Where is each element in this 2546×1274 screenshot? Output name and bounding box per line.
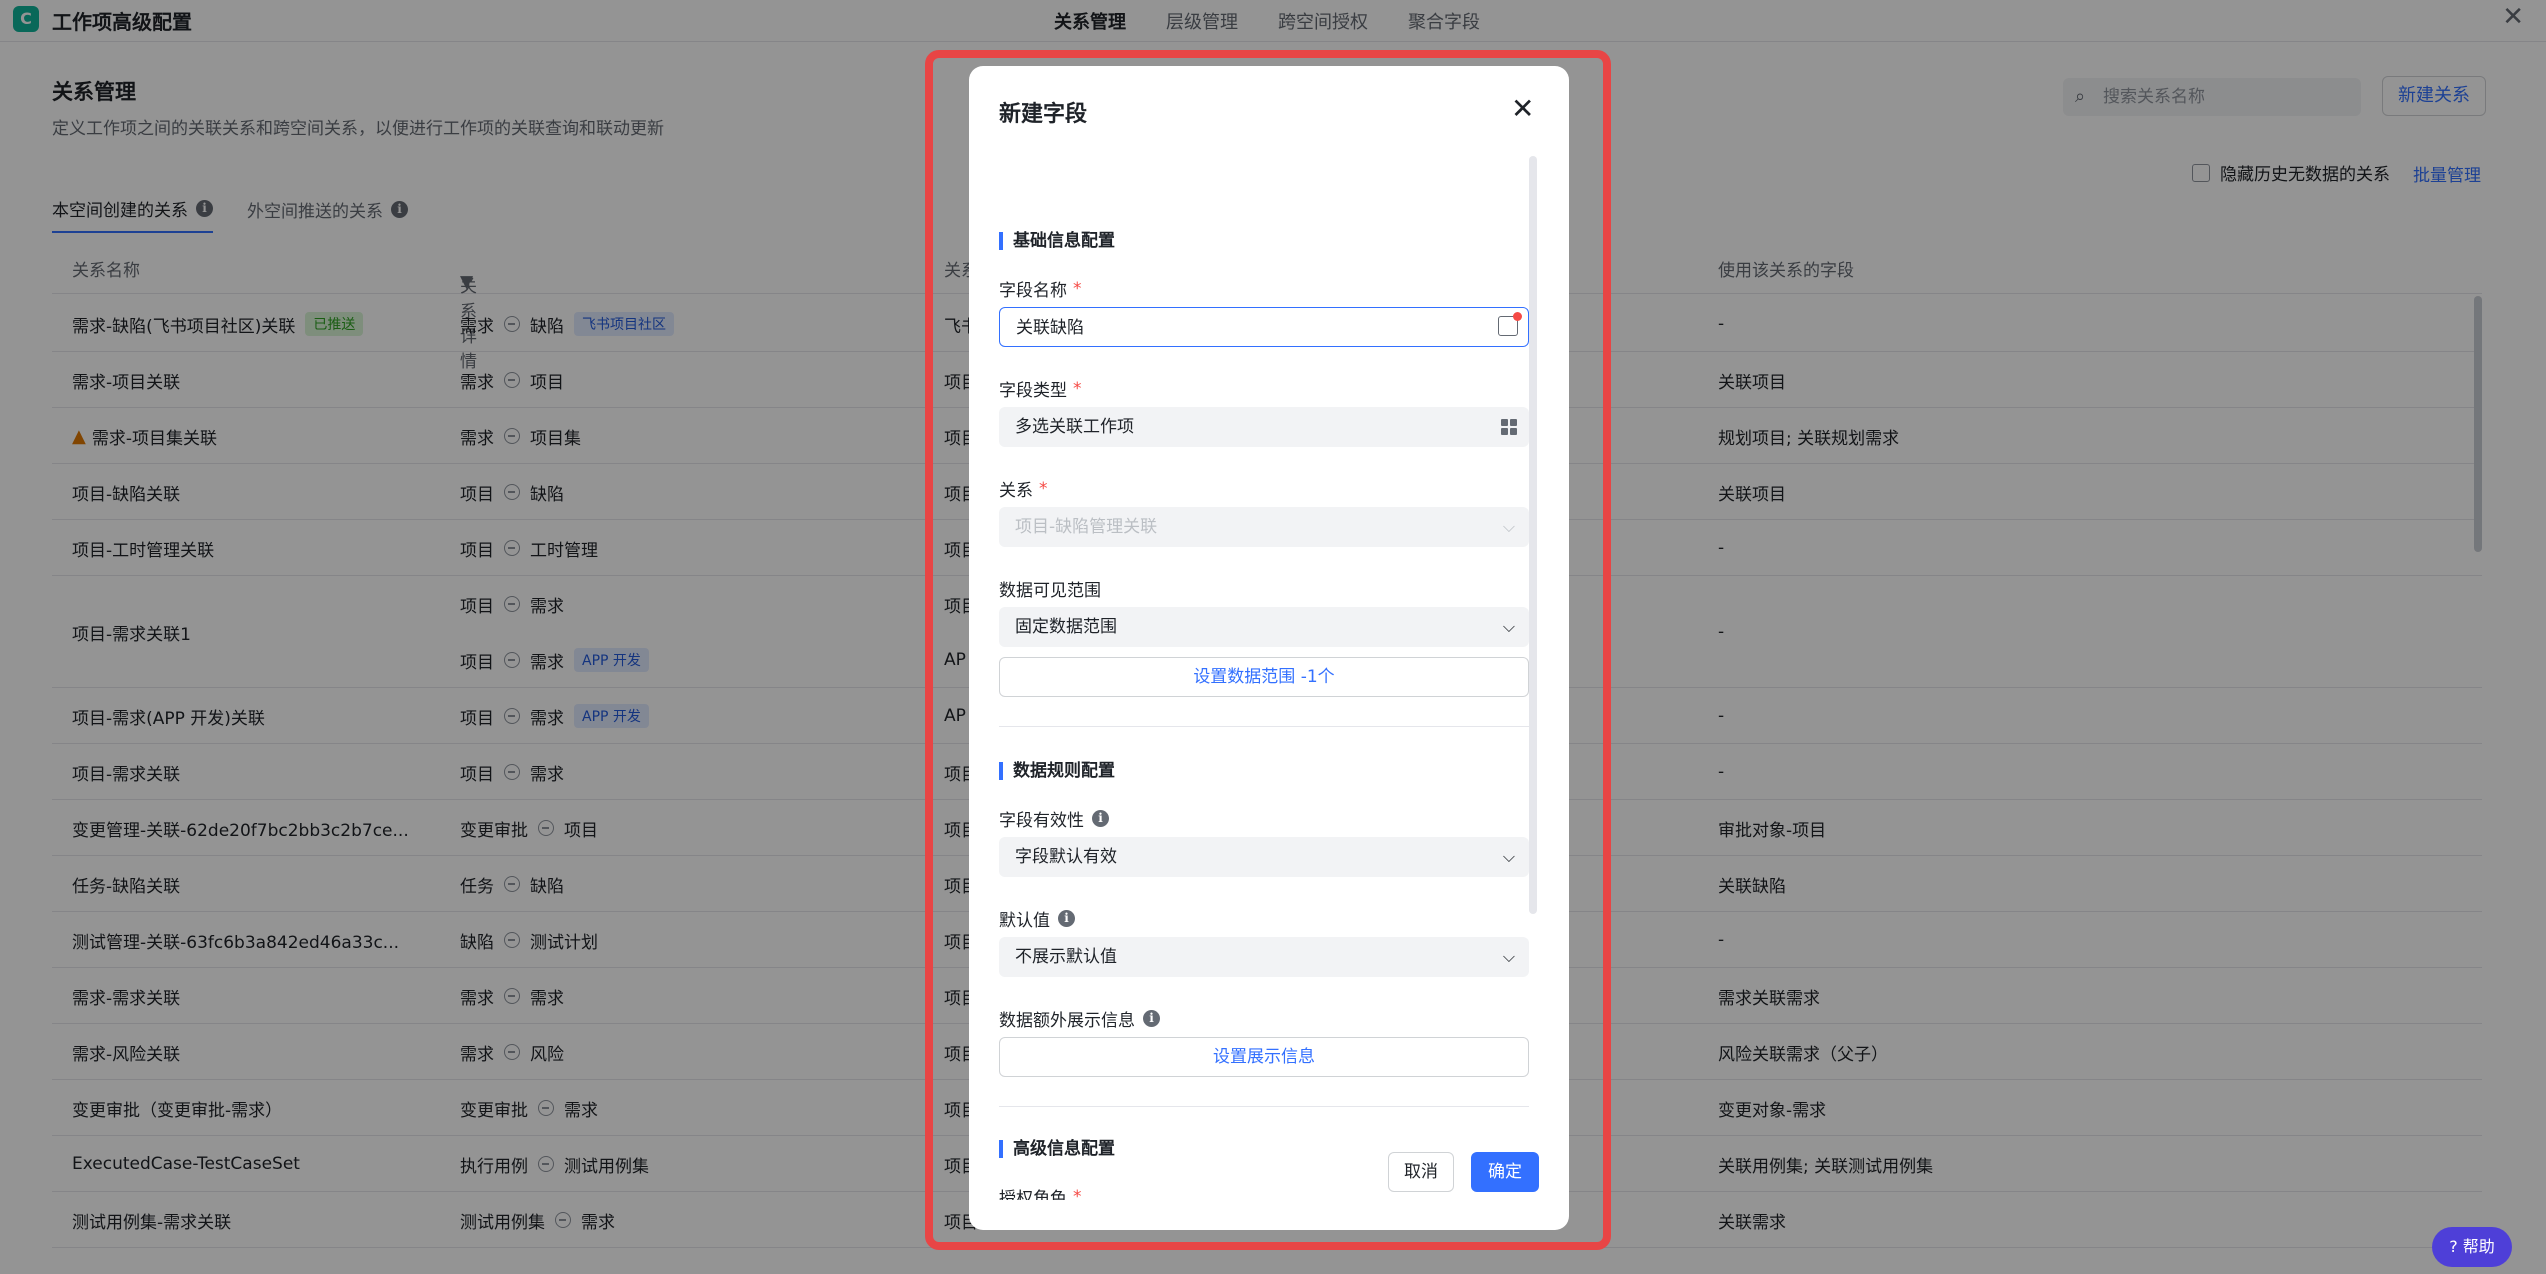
required-mark: *	[1039, 478, 1048, 499]
set-data-range-button[interactable]: 设置数据范围 -1个	[999, 657, 1529, 697]
field-type-value: 多选关联工作项	[1015, 417, 1134, 437]
extra-info-label: 数据额外展示信息 i	[999, 1006, 1160, 1031]
relation-label-text: 关系	[999, 481, 1033, 501]
visible-range-label: 数据可见范围	[999, 581, 1101, 601]
validity-value: 字段默认有效	[1015, 847, 1117, 867]
field-type-label: 字段类型 *	[999, 376, 1082, 402]
chevron-down-icon: ⌵	[1502, 947, 1515, 966]
field-type-select[interactable]: 多选关联工作项	[999, 407, 1529, 447]
visible-range-value: 固定数据范围	[1015, 617, 1117, 637]
help-label: 帮助	[2462, 1237, 2495, 1256]
field-name-label-text: 字段名称	[999, 281, 1067, 301]
info-icon[interactable]: i	[1058, 910, 1075, 927]
chevron-down-icon: ⌵	[1502, 617, 1515, 636]
info-icon[interactable]: i	[1092, 810, 1109, 827]
section-basic-info: 基础信息配置	[999, 232, 1115, 250]
visible-range-select[interactable]: 固定数据范围 ⌵	[999, 607, 1529, 647]
field-type-label-text: 字段类型	[999, 381, 1067, 401]
auth-role-label-text: 授权角色	[999, 1189, 1067, 1200]
required-mark: *	[1073, 278, 1082, 299]
confirm-button[interactable]: 确定	[1471, 1152, 1539, 1192]
relation-value: 项目-缺陷管理关联	[1015, 517, 1158, 537]
required-mark: *	[1073, 1186, 1082, 1201]
modal-title: 新建字段	[999, 102, 1088, 127]
set-display-info-button[interactable]: 设置展示信息	[999, 1037, 1529, 1077]
relation-select: 项目-缺陷管理关联 ⌵	[999, 507, 1529, 547]
ai-edit-icon[interactable]	[1498, 312, 1522, 336]
modal-scrollbar[interactable]	[1529, 156, 1537, 914]
section-data-rules: 数据规则配置	[999, 762, 1115, 780]
chevron-down-icon: ⌵	[1502, 517, 1515, 536]
relation-label: 关系 *	[999, 476, 1048, 502]
modal-body: 基础信息配置 字段名称 * 关联缺陷 字段类型 * 多选关联工作项 关系 * 项目-缺…	[969, 156, 1569, 1200]
help-button[interactable]: ? 帮助	[2432, 1227, 2512, 1267]
section-divider	[999, 726, 1529, 727]
cancel-button[interactable]: 取消	[1388, 1152, 1454, 1192]
field-name-value: 关联缺陷	[1016, 318, 1084, 338]
default-value-value: 不展示默认值	[1015, 947, 1117, 967]
required-mark: *	[1073, 378, 1082, 399]
chevron-down-icon: ⌵	[1502, 847, 1515, 866]
info-icon[interactable]: i	[1143, 1010, 1160, 1027]
close-icon[interactable]: ✕	[1511, 92, 1534, 125]
default-value-select[interactable]: 不展示默认值 ⌵	[999, 937, 1529, 977]
validity-label-text: 字段有效性	[999, 811, 1084, 831]
field-type-grid-icon	[1501, 419, 1517, 435]
validity-select[interactable]: 字段默认有效 ⌵	[999, 837, 1529, 877]
default-value-label: 默认值 i	[999, 906, 1075, 931]
new-field-modal: 新建字段 ✕ 基础信息配置 字段名称 * 关联缺陷 字段类型 * 多选关联工作项 关…	[969, 66, 1569, 1230]
extra-info-label-text: 数据额外展示信息	[999, 1011, 1135, 1031]
auth-role-label: 授权角色 *	[999, 1184, 1082, 1201]
field-name-label: 字段名称 *	[999, 276, 1082, 302]
default-value-label-text: 默认值	[999, 911, 1050, 931]
section-advanced: 高级信息配置	[999, 1140, 1115, 1158]
field-name-input[interactable]: 关联缺陷	[999, 307, 1529, 347]
validity-label: 字段有效性 i	[999, 806, 1109, 831]
help-icon: ?	[2449, 1237, 2458, 1256]
section-divider	[999, 1106, 1529, 1107]
